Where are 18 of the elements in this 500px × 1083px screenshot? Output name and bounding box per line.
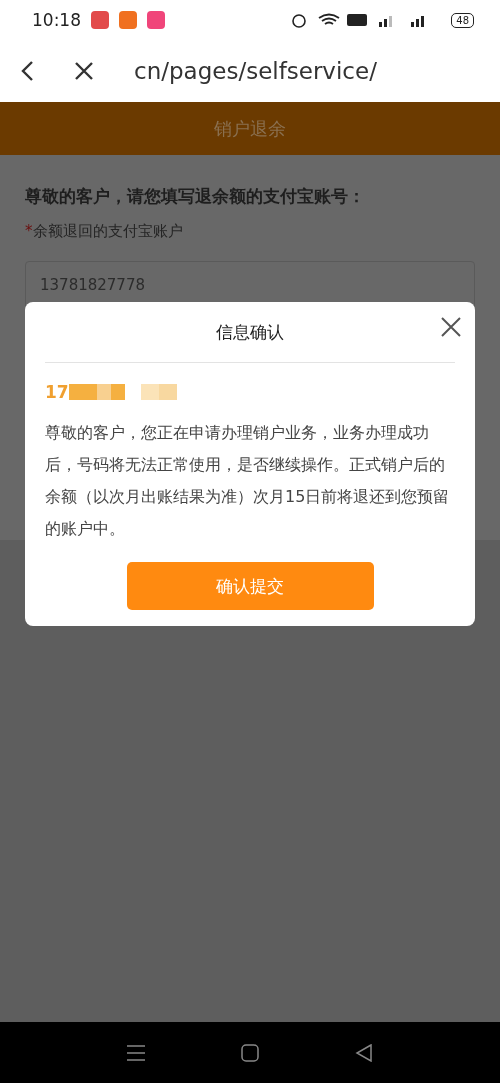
close-icon[interactable]	[74, 61, 94, 81]
battery-icon: 48	[451, 12, 474, 28]
app-icon	[119, 11, 137, 29]
dialog-title: 信息确认	[45, 302, 455, 363]
page-title: 销户退余	[214, 116, 286, 141]
back-icon[interactable]	[20, 60, 34, 82]
menu-icon[interactable]	[127, 1043, 145, 1062]
dialog-message: 尊敬的客户，您正在申请办理销户业务，业务办理成功后，号码将无法正常使用，是否继续操作。正式销户后的余额（以次月出账结果为准）次月15日前将退还到您预留的账户中。	[45, 422, 451, 540]
field-label: *余额退回的支付宝账户	[25, 222, 184, 241]
confirm-button[interactable]: 确认提交	[126, 562, 374, 610]
app-icon	[147, 11, 165, 29]
app-icon	[91, 11, 109, 29]
form-heading: 尊敬的客户，请您填写退余额的支付宝账号：	[25, 185, 366, 208]
status-time: 10:18	[32, 10, 81, 30]
home-icon[interactable]	[241, 1043, 259, 1062]
close-icon[interactable]	[440, 316, 462, 338]
phone-number: 17	[45, 382, 69, 402]
back-icon[interactable]	[355, 1043, 373, 1062]
